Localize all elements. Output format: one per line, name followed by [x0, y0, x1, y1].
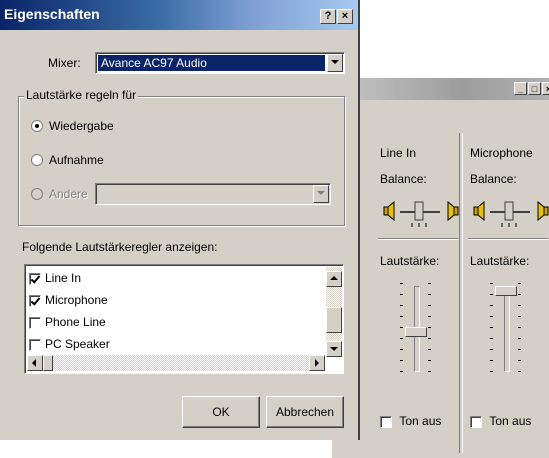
list-item-label: Microphone	[45, 293, 108, 307]
speaker-right-icon	[447, 200, 459, 222]
chevron-down-icon[interactable]	[313, 185, 329, 203]
list-item-checkbox[interactable]	[29, 316, 41, 329]
volume-slider-track[interactable]	[504, 286, 510, 372]
other-dropdown[interactable]	[95, 183, 331, 205]
list-item-checkbox[interactable]	[29, 294, 41, 307]
list-item-label: Line In	[45, 271, 82, 285]
balance-slider[interactable]	[472, 198, 549, 228]
radio-playback[interactable]	[31, 120, 43, 132]
channel-name: Line In	[380, 146, 417, 160]
channel-line-in: Line In Balance: Lautstärke: Ton aus	[378, 138, 462, 438]
radio-other[interactable]	[31, 188, 43, 200]
channel-microphone: Microphone Balance: Lautstärke: Ton aus	[468, 138, 549, 438]
slider-ticks	[518, 283, 521, 378]
dialog-title: Eigenschaften	[4, 6, 100, 22]
mixer-value: Avance AC97 Audio	[98, 55, 325, 71]
properties-dialog: Eigenschaften ? × Mixer: Avance AC97 Aud…	[0, 0, 360, 440]
list-item-checkbox[interactable]	[29, 338, 41, 351]
horizontal-scrollbar[interactable]	[27, 355, 325, 371]
chevron-down-icon[interactable]	[327, 54, 343, 72]
volume-label: Lautstärke:	[380, 254, 440, 268]
radio-other-label: Andere	[49, 187, 88, 201]
volume-control-window: _ □ × Line In Balance: Lautstärke: Ton a…	[330, 78, 549, 458]
slider-ticks	[428, 283, 431, 378]
scroll-left-icon[interactable]	[27, 355, 43, 371]
list-item[interactable]: Microphone	[29, 293, 108, 313]
speaker-left-icon	[473, 200, 485, 222]
volume-slider-thumb[interactable]	[495, 286, 517, 296]
divider	[468, 238, 548, 240]
list-item[interactable]: PC Speaker	[29, 337, 110, 357]
radio-playback-label: Wiedergabe	[49, 119, 114, 133]
mute-checkbox[interactable]: Ton aus	[470, 414, 531, 428]
maximize-button[interactable]: □	[528, 82, 541, 95]
scroll-right-icon[interactable]	[309, 355, 325, 371]
vertical-scrollbar[interactable]	[326, 267, 342, 357]
minimize-button[interactable]: _	[514, 82, 527, 95]
scroll-down-icon[interactable]	[326, 341, 342, 357]
mute-label: Ton aus	[489, 414, 532, 428]
mixer-label: Mixer:	[48, 56, 81, 70]
list-item-checkbox[interactable]	[29, 272, 41, 285]
close-button[interactable]: ×	[542, 82, 549, 95]
radio-recording[interactable]	[31, 154, 43, 166]
mute-label: Ton aus	[399, 414, 442, 428]
volume-window-titlebar[interactable]: _ □ ×	[332, 78, 549, 100]
balance-slider[interactable]	[382, 198, 460, 228]
speaker-left-icon	[383, 200, 395, 222]
help-button[interactable]: ?	[320, 9, 336, 24]
mixer-dropdown[interactable]: Avance AC97 Audio	[95, 52, 345, 74]
balance-label: Balance:	[380, 172, 427, 186]
controls-listbox[interactable]: Line In Microphone Phone Line PC Speaker	[24, 264, 344, 374]
volume-label: Lautstärke:	[470, 254, 530, 268]
channel-name: Microphone	[470, 146, 533, 160]
close-button[interactable]: ×	[337, 9, 353, 24]
list-item-label: Phone Line	[45, 315, 106, 329]
radio-recording-label: Aufnahme	[49, 153, 104, 167]
mute-check[interactable]	[470, 415, 482, 428]
speaker-right-icon	[537, 200, 549, 222]
dialog-titlebar[interactable]: Eigenschaften ? ×	[0, 0, 358, 30]
scroll-up-icon[interactable]	[326, 271, 342, 287]
mute-check[interactable]	[380, 415, 392, 428]
cancel-button[interactable]: Abbrechen	[266, 396, 344, 428]
slider-ticks	[490, 283, 493, 378]
list-item-label: PC Speaker	[45, 337, 110, 351]
scroll-thumb[interactable]	[43, 355, 53, 371]
slider-ticks	[400, 283, 403, 378]
ok-button[interactable]: OK	[182, 396, 260, 428]
balance-label: Balance:	[470, 172, 517, 186]
list-item[interactable]: Line In	[29, 271, 81, 291]
group-title: Lautstärke regeln für	[24, 88, 139, 102]
list-label: Folgende Lautstärkeregler anzeigen:	[22, 240, 218, 254]
list-item[interactable]: Phone Line	[29, 315, 106, 335]
mute-checkbox[interactable]: Ton aus	[380, 414, 441, 428]
scroll-thumb[interactable]	[326, 307, 342, 333]
divider	[378, 238, 458, 240]
volume-slider-thumb[interactable]	[405, 326, 427, 337]
